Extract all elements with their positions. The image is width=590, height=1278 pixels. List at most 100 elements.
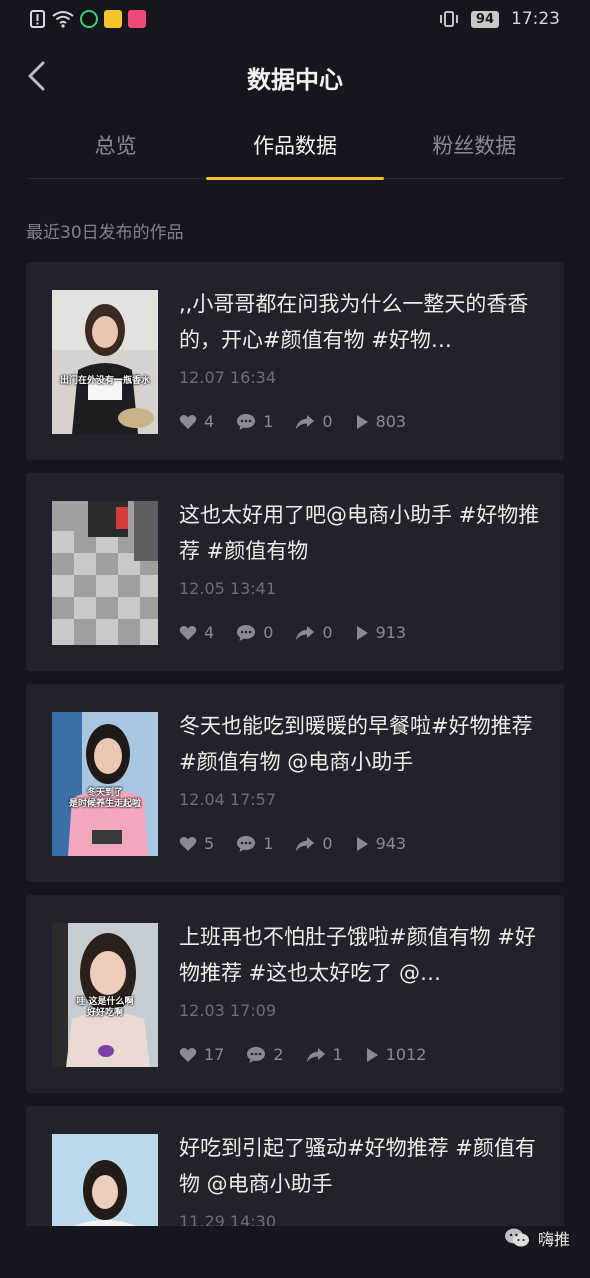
publish-date: 12.07 16:34 (179, 368, 276, 387)
status-icons-left (30, 10, 146, 28)
work-caption: ,,小哥哥都在问我为什么一整天的香香的，开心#颜值有物 #好物… (179, 292, 529, 352)
comments-count: 0 (263, 623, 274, 642)
publish-date: 12.04 17:57 (179, 790, 276, 809)
thumbnail-caption: 哇 这是什么啊 好好吃啊 (76, 997, 134, 1018)
comments-count: 2 (273, 1045, 284, 1064)
work-stats: 5 1 0 943 (179, 834, 428, 853)
comments-stat: 2 (246, 1045, 284, 1064)
heart-icon (179, 414, 197, 429)
likes-stat: 17 (179, 1045, 224, 1064)
tab-bar: 总览 作品数据 粉丝数据 (26, 120, 564, 180)
work-caption: 冬天也能吃到暖暖的早餐啦#好物推荐 #颜值有物 @电商小助手 (179, 714, 533, 774)
watermark-text: 嗨推 (537, 1230, 570, 1249)
work-card[interactable]: 好吃到引起了骚动#好物推荐 #颜值有物 @电商小助手 11.29 14:30 (26, 1106, 564, 1226)
plays-stat: 913 (355, 623, 407, 642)
heart-icon (179, 1047, 197, 1062)
work-card[interactable]: 出门在外没有一瓶香水 ,,小哥哥都在问我为什么一整天的香香的，开心#颜值有物 #… (26, 262, 564, 460)
tab-fans-data[interactable]: 粉丝数据 (385, 120, 564, 178)
tab-overview[interactable]: 总览 (26, 120, 205, 178)
comments-stat: 1 (236, 412, 273, 431)
status-icons-right: 94 17:23 (439, 9, 560, 29)
wechat-icon (504, 1228, 529, 1247)
shares-stat: 0 (295, 834, 333, 853)
tab-label: 作品数据 (252, 134, 337, 158)
plays-stat: 943 (355, 834, 407, 853)
watermark: 嗨推 (504, 1226, 570, 1250)
likes-count: 4 (204, 623, 215, 642)
play-icon (356, 836, 368, 851)
video-thumbnail[interactable]: 出门在外没有一瓶香水 (52, 290, 158, 434)
vibrate-icon (440, 11, 458, 27)
comments-count: 1 (263, 834, 274, 853)
likes-stat: 4 (179, 412, 214, 431)
tab-works-data[interactable]: 作品数据 (205, 120, 384, 180)
comments-stat: 1 (236, 834, 273, 853)
plays-count: 913 (375, 623, 407, 642)
video-thumbnail[interactable]: 冬天到了 是时候养生走起啦 (52, 712, 158, 856)
battery-indicator: 94 (470, 10, 499, 28)
works-list: 出门在外没有一瓶香水 ,,小哥哥都在问我为什么一整天的香香的，开心#颜值有物 #… (26, 262, 564, 1239)
work-card[interactable]: 哇 这是什么啊 好好吃啊 上班再也不怕肚子饿啦#颜值有物 #好物推荐 #这也太好… (26, 895, 564, 1093)
likes-stat: 4 (179, 623, 214, 642)
comments-stat: 0 (236, 623, 273, 642)
mail-notification-icon (104, 10, 122, 28)
shares-count: 0 (322, 623, 333, 642)
video-thumbnail[interactable] (52, 501, 158, 645)
publish-date: 11.29 14:30 (179, 1212, 276, 1226)
plays-count: 943 (375, 834, 407, 853)
shares-stat: 0 (295, 412, 333, 431)
likes-count: 4 (204, 412, 215, 431)
share-icon (306, 1047, 325, 1062)
heart-icon (179, 836, 197, 851)
plays-count: 1012 (385, 1045, 427, 1064)
work-caption: 好吃到引起了骚动#好物推荐 #颜值有物 @电商小助手 (179, 1136, 536, 1196)
share-icon (296, 414, 315, 429)
page-title: 数据中心 (247, 66, 343, 94)
likes-count: 5 (204, 834, 215, 853)
publish-date: 12.03 17:09 (179, 1001, 276, 1020)
work-caption: 上班再也不怕肚子饿啦#颜值有物 #好物推荐 #这也太好吃了 @… (179, 925, 536, 985)
comment-icon (247, 1046, 266, 1063)
play-icon (356, 625, 368, 640)
active-tab-indicator (205, 177, 384, 180)
comment-icon (237, 624, 256, 641)
shares-stat: 1 (306, 1045, 343, 1064)
share-icon (296, 836, 315, 851)
play-icon (356, 414, 368, 429)
work-stats: 4 1 0 803 (179, 412, 428, 431)
comments-count: 1 (263, 412, 274, 431)
wifi-icon (52, 11, 74, 28)
tab-label: 粉丝数据 (432, 134, 517, 158)
work-caption: 这也太好用了吧@电商小助手 #好物推荐 #颜值有物 (179, 503, 540, 563)
play-icon (366, 1047, 378, 1062)
video-thumbnail[interactable]: 哇 这是什么啊 好好吃啊 (52, 923, 158, 1067)
status-bar: 94 17:23 (0, 0, 590, 40)
shares-stat: 0 (295, 623, 333, 642)
heart-icon (179, 625, 197, 640)
tab-label: 总览 (94, 134, 137, 158)
work-stats: 17 2 1 1012 (179, 1045, 448, 1064)
nav-bar: 数据中心 (0, 42, 590, 114)
likes-stat: 5 (179, 834, 214, 853)
store-notification-icon (128, 10, 146, 28)
comment-icon (237, 835, 256, 852)
app-notification-icon (80, 10, 98, 28)
thumbnail-caption: 冬天到了 是时候养生走起啦 (68, 788, 141, 809)
work-card[interactable]: 这也太好用了吧@电商小助手 #好物推荐 #颜值有物 12.05 13:41 4 … (26, 473, 564, 671)
plays-count: 803 (375, 412, 407, 431)
publish-date: 12.05 13:41 (179, 579, 276, 598)
share-icon (296, 625, 315, 640)
thumbnail-caption: 出门在外没有一瓶香水 (59, 376, 150, 386)
section-label: 最近30日发布的作品 (26, 223, 184, 243)
plays-stat: 803 (355, 412, 407, 431)
work-stats: 4 0 0 913 (179, 623, 428, 642)
likes-count: 17 (204, 1045, 225, 1064)
shares-count: 0 (322, 834, 333, 853)
shares-count: 0 (322, 412, 333, 431)
comment-icon (237, 413, 256, 430)
plays-stat: 1012 (365, 1045, 427, 1064)
shares-count: 1 (332, 1045, 343, 1064)
work-card[interactable]: 冬天到了 是时候养生走起啦 冬天也能吃到暖暖的早餐啦#好物推荐 #颜值有物 @电… (26, 684, 564, 882)
alert-sim-icon (30, 10, 45, 28)
video-thumbnail[interactable] (52, 1134, 158, 1226)
